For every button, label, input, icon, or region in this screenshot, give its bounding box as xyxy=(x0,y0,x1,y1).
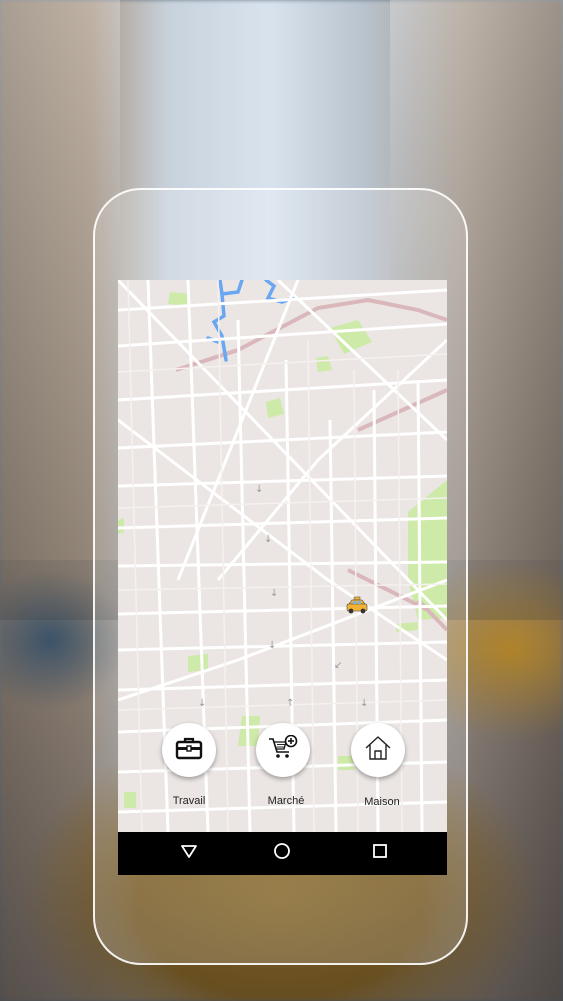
svg-text:↓: ↓ xyxy=(268,640,276,651)
svg-text:↓: ↓ xyxy=(264,534,272,545)
phone-screen: ↓ ↓ ↓ ↓ ↓ ↑ ↓ ↙ Travail Marché Maison xyxy=(118,280,447,875)
home-circle-icon xyxy=(273,842,291,865)
svg-text:↓: ↓ xyxy=(360,698,368,709)
maison-label: Maison xyxy=(364,796,400,808)
svg-text:↓: ↓ xyxy=(255,484,263,495)
home-icon xyxy=(364,735,392,766)
svg-text:↙: ↙ xyxy=(334,660,342,671)
recents-button[interactable] xyxy=(355,832,405,875)
recents-square-icon xyxy=(372,843,388,864)
svg-text:↓: ↓ xyxy=(270,588,278,599)
marche-label: Marché xyxy=(267,795,305,807)
back-button[interactable] xyxy=(164,832,214,875)
svg-text:↓: ↓ xyxy=(198,698,206,709)
home-button[interactable] xyxy=(257,832,307,875)
travail-button[interactable] xyxy=(162,723,216,777)
maison-button[interactable] xyxy=(351,723,405,777)
navigation-bar xyxy=(118,832,447,875)
travail-label: Travail xyxy=(172,795,206,807)
marche-button[interactable] xyxy=(256,723,310,777)
taxi-icon[interactable] xyxy=(346,596,368,616)
briefcase-icon xyxy=(175,736,203,765)
back-triangle-icon xyxy=(180,844,198,863)
cart-plus-icon xyxy=(268,734,298,766)
svg-text:↑: ↑ xyxy=(286,698,294,709)
